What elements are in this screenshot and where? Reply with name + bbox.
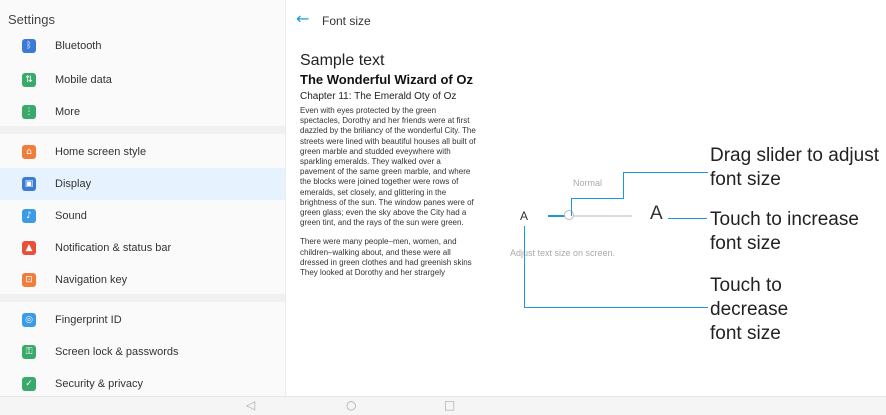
settings-item-label: More xyxy=(55,106,81,118)
increase-font-button[interactable]: A xyxy=(650,203,663,225)
callout-line xyxy=(623,172,624,199)
settings-item-mobile-data[interactable]: ⇅ Mobile data xyxy=(0,64,285,96)
callout-line xyxy=(571,198,572,216)
nav-back-icon[interactable]: ◁ xyxy=(246,398,255,412)
sample-text-preview: Sample text The Wonderful Wizard of Oz C… xyxy=(300,52,476,287)
settings-item-label: Home screen style xyxy=(55,146,147,158)
font-level-label: Normal xyxy=(573,178,603,188)
settings-item-more[interactable]: ⋮ More xyxy=(0,96,285,128)
settings-item-navigation-key[interactable]: ⊡ Navigation key xyxy=(0,264,285,296)
callout-drag-slider: Drag slider to adjust font size xyxy=(710,145,879,190)
sample-book-title: The Wonderful Wizard of Oz xyxy=(300,72,473,87)
callout-decrease: Touch to decrease font size xyxy=(710,275,789,344)
notification-icon: ▲ xyxy=(22,241,36,255)
settings-item-security-privacy[interactable]: ✓ Security & privacy xyxy=(0,368,285,396)
mobile-data-icon: ⇅ xyxy=(22,73,36,87)
callout-line xyxy=(524,226,525,308)
more-icon: ⋮ xyxy=(22,105,36,119)
settings-item-label: Display xyxy=(55,178,92,190)
sample-heading: Sample text xyxy=(300,52,385,69)
callout-line xyxy=(571,198,623,199)
settings-item-label: Notification & status bar xyxy=(55,242,172,254)
settings-item-fingerprint-id[interactable]: ◎ Fingerprint ID xyxy=(0,304,285,336)
navigation-key-icon: ⊡ xyxy=(22,273,36,287)
bluetooth-icon: ᛒ xyxy=(22,39,36,53)
system-nav-bar: ◁ ○ □ xyxy=(0,396,886,415)
font-size-control: Normal A A Adjust text size on screen. D… xyxy=(482,0,886,396)
settings-item-label: Security & privacy xyxy=(55,378,144,390)
decrease-font-button[interactable]: A xyxy=(520,209,528,223)
settings-item-sound[interactable]: ♪ Sound xyxy=(0,200,285,232)
font-size-slider[interactable] xyxy=(548,210,632,220)
settings-item-home-screen-style[interactable]: ⌂ Home screen style xyxy=(0,136,285,168)
home-screen-icon: ⌂ xyxy=(22,145,36,159)
sample-chapter: Chapter 11: The Emerald Oty of Oz xyxy=(300,91,457,102)
settings-item-label: Fingerprint ID xyxy=(55,314,122,326)
nav-recent-icon[interactable]: □ xyxy=(444,398,455,412)
display-icon: ▣ xyxy=(22,177,36,191)
callout-line xyxy=(524,307,708,308)
font-size-hint: Adjust text size on screen. xyxy=(510,248,616,258)
security-icon: ✓ xyxy=(22,377,36,391)
screen-lock-icon: ⚿ xyxy=(22,345,36,359)
settings-item-label: Mobile data xyxy=(55,74,112,86)
callout-line xyxy=(623,172,708,173)
settings-title: Settings xyxy=(8,12,55,27)
slider-thumb[interactable] xyxy=(564,210,574,220)
settings-item-label: Navigation key xyxy=(55,274,128,286)
callout-increase: Touch to increase font size xyxy=(710,209,859,254)
settings-item-label: Sound xyxy=(55,210,87,222)
settings-item-screen-lock-passwords[interactable]: ⚿ Screen lock & passwords xyxy=(0,336,285,368)
settings-panel: Settings ᛒ Bluetooth ⇅ Mobile data ⋮ More ⌂ Hom… xyxy=(0,0,286,396)
settings-item-bluetooth[interactable]: ᛒ Bluetooth xyxy=(0,30,285,62)
settings-item-label: Screen lock & passwords xyxy=(55,346,179,358)
settings-item-display[interactable]: ▣ Display xyxy=(0,168,285,200)
nav-home-icon[interactable]: ○ xyxy=(346,398,356,412)
sample-paragraph: There were many people–men, women, and c… xyxy=(300,237,472,278)
settings-item-label: Bluetooth xyxy=(55,40,102,52)
font-size-panel: ← Font size Sample text The Wonderful Wi… xyxy=(286,0,482,396)
settings-item-notification-status-bar[interactable]: ▲ Notification & status bar xyxy=(0,232,285,264)
fingerprint-icon: ◎ xyxy=(22,313,36,327)
page-title: Font size xyxy=(322,14,371,28)
sound-icon: ♪ xyxy=(22,209,36,223)
sample-paragraph: Even with eyes protected by the green sp… xyxy=(300,106,476,228)
back-arrow-icon[interactable]: ← xyxy=(296,9,309,28)
callout-line xyxy=(668,218,707,219)
